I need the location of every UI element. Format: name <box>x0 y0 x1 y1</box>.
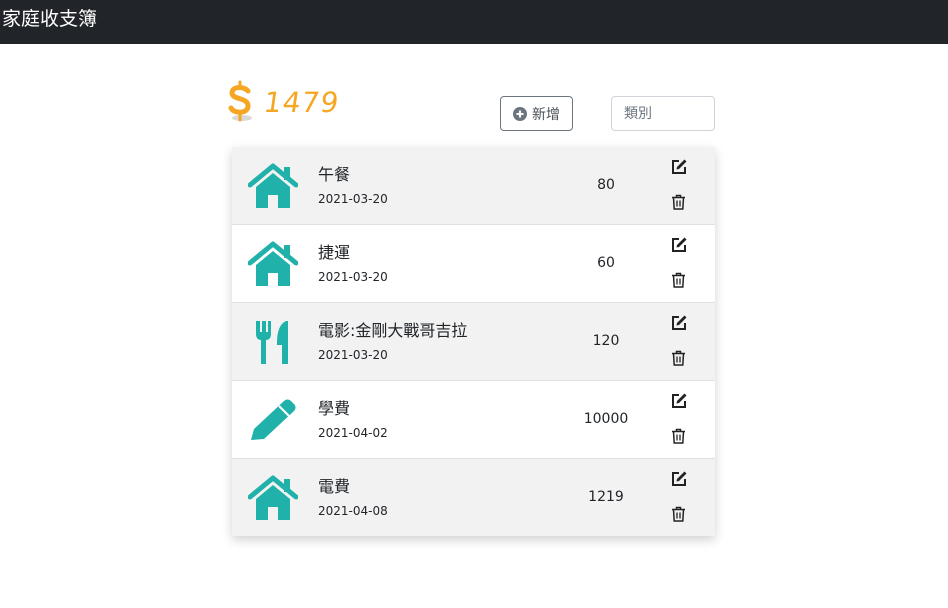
item-amount: 60 <box>597 255 615 271</box>
add-button-label: 新增 <box>532 106 560 123</box>
home-icon <box>248 163 298 208</box>
item-name: 午餐 <box>318 165 351 184</box>
item-date: 2021-04-02 <box>318 426 388 440</box>
item-amount: 120 <box>592 333 620 349</box>
navbar: 家庭收支簿 <box>0 0 948 44</box>
item-name: 學費 <box>318 399 351 418</box>
item-date: 2021-03-20 <box>318 192 388 206</box>
edit-icon[interactable] <box>670 392 688 410</box>
item-date: 2021-03-20 <box>318 270 388 284</box>
trash-icon[interactable] <box>671 194 686 210</box>
total-amount: 1479 <box>261 85 342 119</box>
item-name: 電費 <box>318 477 351 496</box>
edit-icon[interactable] <box>670 470 688 488</box>
edit-icon[interactable] <box>670 236 688 254</box>
trash-icon[interactable] <box>671 272 686 288</box>
edit-icon[interactable] <box>670 158 688 176</box>
item-date: 2021-04-08 <box>318 504 388 518</box>
trash-icon[interactable] <box>671 428 686 444</box>
app-title[interactable]: 家庭收支簿 <box>2 8 97 30</box>
item-name: 電影:金剛大戰哥吉拉 <box>318 321 468 340</box>
item-name: 捷運 <box>318 243 351 262</box>
dollar-icon <box>228 80 252 122</box>
utensils-icon <box>256 321 288 364</box>
list-item: 捷運 2021-03-20 60 <box>232 225 715 303</box>
item-date: 2021-03-20 <box>318 348 388 362</box>
trash-icon[interactable] <box>671 506 686 522</box>
total-balance: 1479 <box>226 80 342 124</box>
list-item: 電費 2021-04-08 1219 <box>232 459 715 536</box>
pencil-icon <box>251 399 296 440</box>
trash-icon[interactable] <box>671 350 686 366</box>
expense-list: 午餐 2021-03-20 80 捷運 2021-03-20 60 電影:金剛大… <box>232 147 715 536</box>
home-icon <box>248 475 298 520</box>
item-amount: 80 <box>597 177 615 193</box>
edit-icon[interactable] <box>670 314 688 332</box>
item-amount: 1219 <box>588 489 624 505</box>
plus-circle-icon <box>513 106 527 121</box>
list-item: 學費 2021-04-02 10000 <box>232 381 715 459</box>
category-filter-input[interactable] <box>611 96 715 131</box>
add-button[interactable]: 新增 <box>500 96 573 131</box>
home-icon <box>248 241 298 286</box>
item-amount: 10000 <box>583 411 629 427</box>
list-item: 電影:金剛大戰哥吉拉 2021-03-20 120 <box>232 303 715 381</box>
list-item: 午餐 2021-03-20 80 <box>232 147 715 225</box>
